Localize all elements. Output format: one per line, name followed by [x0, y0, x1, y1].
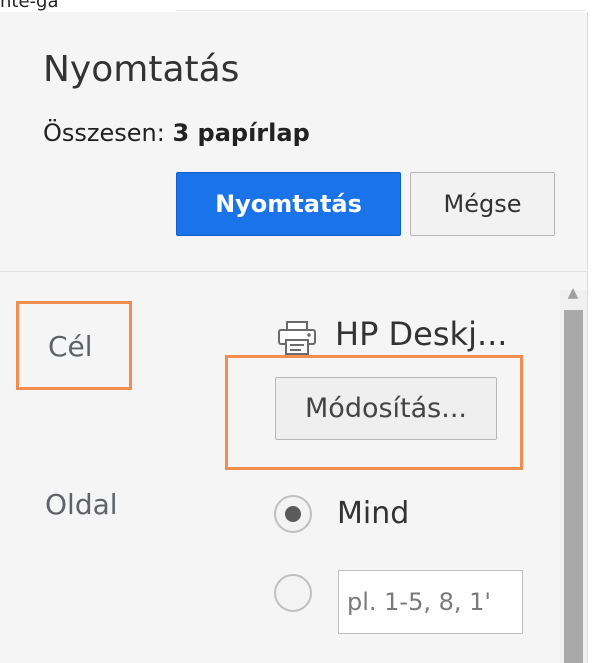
cut-top-text: nte-ga [0, 0, 59, 12]
change-destination-button[interactable]: Módosítás... [275, 377, 497, 440]
pages-label: Oldal [45, 488, 118, 521]
destination-label: Cél [48, 330, 93, 363]
vertical-scrollbar[interactable]: ▲ [560, 286, 587, 663]
print-options: Cél HP Deskj... Módosítás... Oldal Mind [0, 272, 587, 663]
pages-custom-radio[interactable] [274, 574, 312, 612]
print-settings-panel: Nyomtatás Összesen: 3 papírlap Nyomtatás… [0, 12, 588, 663]
summary-value: 3 papírlap [172, 119, 310, 147]
pages-all-label: Mind [337, 496, 410, 531]
printer-row: HP Deskj... [275, 312, 525, 356]
top-divider [176, 10, 586, 11]
scroll-up-icon[interactable]: ▲ [566, 286, 580, 300]
print-header: Nyomtatás Összesen: 3 papírlap Nyomtatás… [0, 12, 587, 272]
pages-all-radio[interactable] [274, 495, 312, 533]
printer-name: HP Deskj... [335, 315, 508, 353]
summary-label: Összesen: [43, 119, 165, 147]
cancel-button[interactable]: Mégse [410, 172, 555, 236]
page-title: Nyomtatás [43, 49, 240, 90]
page-range-input[interactable] [338, 570, 523, 634]
print-dialog-screenshot: nte-ga Nyomtatás Összesen: 3 papírlap Ny… [0, 0, 607, 663]
printer-icon [278, 321, 316, 355]
pages-all-option[interactable]: Mind [274, 491, 524, 543]
top-strip: nte-ga [0, 0, 607, 12]
print-button[interactable]: Nyomtatás [176, 172, 401, 236]
sheet-summary: Összesen: 3 papírlap [43, 117, 310, 149]
scrollbar-thumb[interactable] [564, 310, 583, 663]
pages-custom-option[interactable] [274, 570, 524, 634]
